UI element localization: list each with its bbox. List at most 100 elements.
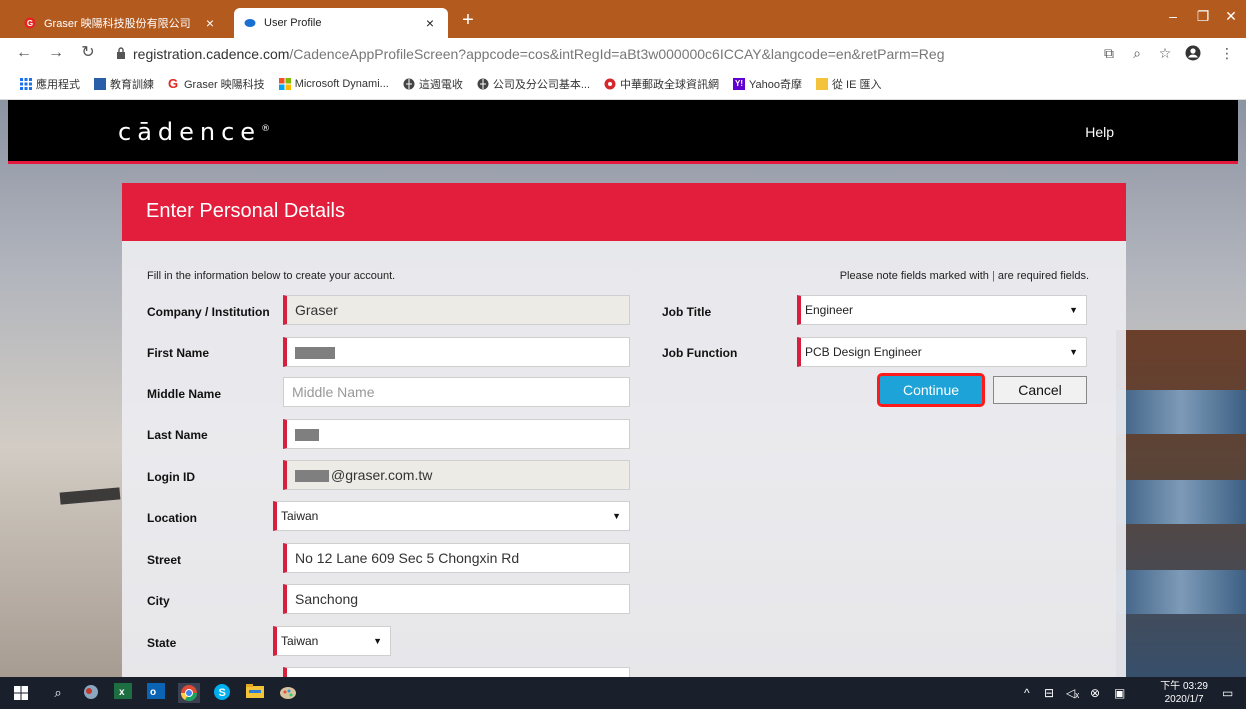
job-title-value: Engineer (805, 303, 854, 317)
input-method-icon[interactable]: ▣ (1114, 686, 1125, 700)
new-tab-button[interactable]: + (456, 10, 480, 30)
middle-name-field[interactable]: Middle Name (283, 377, 630, 407)
login-id-label: Login ID (147, 470, 195, 484)
note-prefix: Please note fields marked with (839, 270, 989, 282)
tab-close-icon[interactable]: × (422, 15, 438, 31)
bookmarks-bar: 應用程式 教育訓練 G Graser 映陽科技 Microsoft Dynami… (0, 68, 1246, 100)
volume-muted-icon[interactable]: ◁ₓ (1066, 686, 1079, 700)
logo-registered-mark: ® (261, 124, 271, 134)
card-header: Enter Personal Details (122, 183, 1126, 241)
cadence-favicon-icon (244, 17, 256, 29)
page-viewport: cādence® Help Enter Personal Details Fil… (0, 100, 1246, 677)
logo-text: cādence (118, 118, 262, 146)
tray-chevron-up-icon[interactable]: ^ (1024, 686, 1030, 700)
bookmark-yahoo[interactable]: Y! Yahoo奇摩 (733, 76, 802, 92)
job-title-select[interactable]: Engineer ▼ (797, 295, 1087, 325)
apps-grid-icon (20, 77, 32, 90)
first-name-field[interactable] (283, 337, 630, 367)
bookmark-ie-import[interactable]: 從 IE 匯入 (816, 76, 882, 92)
tab-close-icon[interactable]: × (202, 15, 218, 31)
post-icon (604, 78, 616, 90)
paint-icon[interactable] (277, 683, 299, 703)
chrome-icon[interactable] (178, 683, 200, 703)
postal-code-field[interactable] (283, 667, 630, 677)
state-select[interactable]: Taiwan ▼ (273, 626, 391, 656)
tab-title: User Profile (264, 17, 322, 29)
url-field[interactable]: registration.cadence.com/CadenceAppProfi… (133, 46, 944, 62)
redacted-mask (295, 470, 329, 483)
bookmark-label: 教育訓練 (110, 78, 154, 91)
excel-icon[interactable]: x (112, 683, 134, 703)
form-intro: Fill in the information below to create … (147, 270, 396, 282)
tab-user-profile[interactable]: User Profile × (234, 8, 448, 38)
reload-icon[interactable]: ↻ (78, 44, 98, 62)
forward-icon[interactable]: → (46, 44, 66, 62)
windows-start-icon[interactable] (10, 683, 32, 703)
outlook-icon[interactable]: o (145, 683, 167, 703)
status-icon[interactable]: ⊗ (1090, 686, 1100, 700)
globe-icon (403, 78, 415, 90)
required-note: Please note fields marked with | are req… (840, 270, 1089, 282)
personal-details-card: Enter Personal Details Fill in the infor… (122, 183, 1126, 677)
zoom-icon[interactable]: ⌕ (1128, 45, 1146, 62)
last-name-field[interactable] (283, 419, 630, 449)
bookmark-graser[interactable]: G Graser 映陽科技 (168, 76, 265, 92)
city-label: City (147, 594, 170, 608)
city-field[interactable]: Sanchong (283, 584, 630, 614)
job-title-label: Job Title (662, 305, 712, 319)
bookmark-star-icon[interactable]: ☆ (1156, 45, 1174, 62)
tab-graser[interactable]: G Graser 映陽科技股份有限公司 × (14, 8, 228, 38)
note-suffix: are required fields. (997, 270, 1089, 282)
system-clock[interactable]: 下午 03:29 2020/1/7 (1160, 680, 1208, 706)
cancel-button[interactable]: Cancel (993, 376, 1087, 404)
bookmark-training[interactable]: 教育訓練 (94, 76, 154, 92)
help-link[interactable]: Help (1085, 124, 1114, 140)
app-pinned-icon[interactable] (80, 683, 102, 703)
graser-favicon-icon: G (24, 17, 36, 29)
tab-title: Graser 映陽科技股份有限公司 (44, 18, 191, 30)
bookmark-weekly[interactable]: 這週電收 (403, 76, 463, 92)
skype-icon[interactable]: S (211, 683, 233, 703)
location-value: Taiwan (281, 509, 319, 523)
profile-icon[interactable] (1184, 45, 1202, 64)
login-id-domain: @graser.com.tw (331, 467, 433, 483)
street-field[interactable]: No 12 Lane 609 Sec 5 Chongxin Rd (283, 543, 630, 573)
street-label: Street (147, 553, 182, 567)
job-function-select[interactable]: PCB Design Engineer ▼ (797, 337, 1087, 367)
close-window-icon[interactable]: ✕ (1216, 8, 1246, 25)
middle-name-label: Middle Name (147, 387, 222, 401)
bookmark-microsoft[interactable]: Microsoft Dynami... (278, 77, 389, 90)
network-icon[interactable]: ⊟ (1044, 686, 1054, 700)
location-label: Location (147, 511, 197, 525)
browser-tab-strip: G Graser 映陽科技股份有限公司 × User Profile × + –… (0, 0, 1246, 38)
bookmark-label: 從 IE 匯入 (832, 78, 882, 91)
cadence-logo[interactable]: cādence® (118, 118, 270, 146)
first-name-label: First Name (147, 346, 210, 360)
url-host: registration.cadence.com (133, 46, 290, 62)
back-icon[interactable]: ← (14, 44, 34, 62)
job-function-value: PCB Design Engineer (805, 345, 922, 359)
company-field[interactable]: Graser (283, 295, 630, 325)
notification-icon[interactable]: ▭ (1222, 686, 1233, 700)
minimize-icon[interactable]: – (1158, 8, 1188, 24)
building-window-band (1116, 390, 1246, 434)
site-header: cādence® Help (8, 100, 1238, 164)
location-select[interactable]: Taiwan ▼ (273, 501, 630, 531)
yahoo-icon: Y! (733, 77, 745, 90)
bookmark-company[interactable]: 公司及分公司基本... (477, 76, 590, 92)
menu-kebab-icon[interactable]: ⋮ (1218, 45, 1236, 62)
last-name-label: Last Name (147, 428, 208, 442)
bookmark-apps[interactable]: 應用程式 (20, 76, 80, 92)
lock-icon[interactable] (116, 47, 126, 59)
translate-icon[interactable]: ⧉ (1100, 45, 1118, 62)
building-window-band (1116, 570, 1246, 614)
job-function-label: Job Function (662, 346, 738, 360)
login-id-field[interactable]: @graser.com.tw (283, 460, 630, 490)
file-explorer-icon[interactable] (244, 683, 266, 703)
svg-text:o: o (150, 687, 156, 698)
restore-icon[interactable]: ❐ (1188, 8, 1218, 25)
bookmark-post[interactable]: 中華郵政全球資訊網 (604, 76, 719, 92)
search-icon[interactable]: ⌕ (47, 683, 69, 703)
address-bar: ← → ↻ registration.cadence.com/CadenceAp… (0, 38, 1246, 68)
bookmark-label: 這週電收 (418, 78, 463, 91)
